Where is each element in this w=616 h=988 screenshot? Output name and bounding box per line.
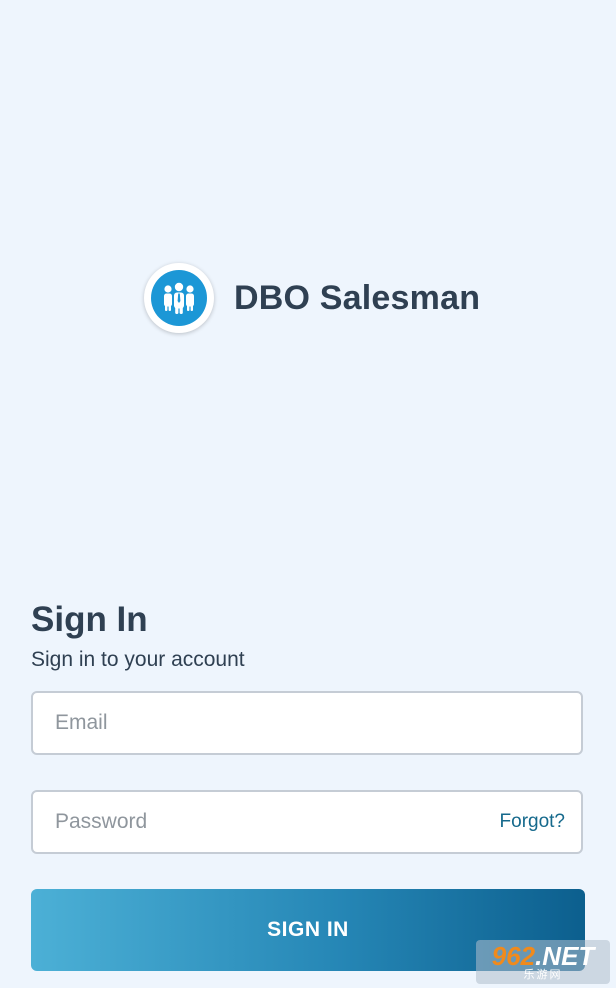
app-name: DBO Salesman [234, 278, 481, 317]
watermark-text: 962.NET [491, 941, 595, 971]
watermark-subtext: 乐游网 [523, 969, 563, 981]
email-input[interactable] [33, 693, 581, 753]
people-group-icon [151, 270, 207, 326]
signin-title: Sign In [31, 600, 148, 639]
watermark-logo: 962.NET 乐游网 [476, 940, 610, 984]
email-field [31, 691, 583, 755]
signin-subtitle: Sign in to your account [31, 648, 245, 671]
password-field: Forgot? [31, 790, 583, 854]
password-input[interactable] [33, 792, 500, 852]
app-logo [144, 263, 214, 333]
forgot-password-link[interactable]: Forgot? [500, 811, 565, 833]
app-brand: DBO Salesman [144, 262, 480, 334]
